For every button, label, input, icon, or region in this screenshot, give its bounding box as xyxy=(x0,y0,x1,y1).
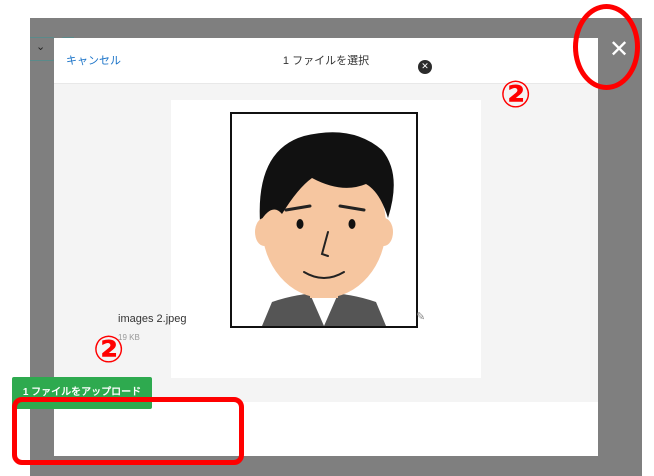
annotation-circle xyxy=(573,4,640,90)
chevron-down-icon: ⌄ xyxy=(36,41,46,53)
remove-file-icon[interactable]: ✕ xyxy=(418,60,432,74)
annotation-step-number: ② xyxy=(93,328,125,371)
file-name: images 2.jpeg xyxy=(118,313,187,325)
image-preview xyxy=(214,108,438,334)
person-illustration xyxy=(255,132,394,326)
dialog-body xyxy=(54,84,598,402)
file-preview-card xyxy=(171,100,481,378)
id-photo xyxy=(230,112,418,328)
cancel-button[interactable]: キャンセル xyxy=(66,52,121,68)
edit-icon[interactable]: ✎ xyxy=(416,310,428,323)
annotation-box xyxy=(12,397,244,465)
dialog-title: 1 ファイルを選択 xyxy=(282,55,370,67)
background-dropdown: ⌄ xyxy=(30,37,56,61)
annotation-step-number: ② xyxy=(500,73,532,116)
